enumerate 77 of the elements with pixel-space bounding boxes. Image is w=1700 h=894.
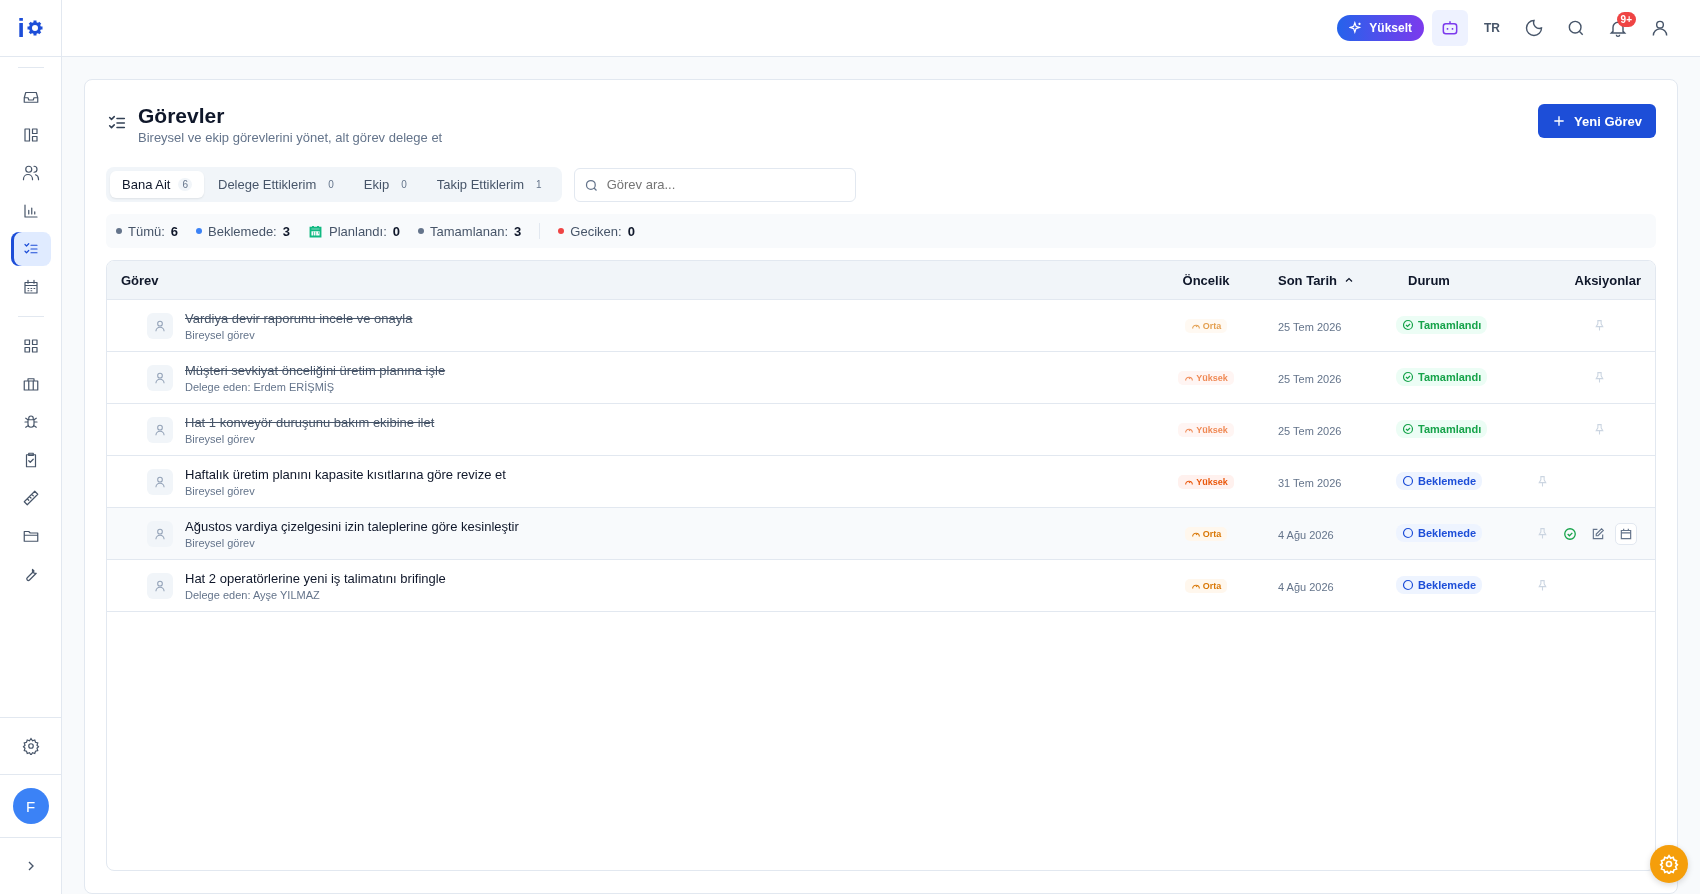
tasks-nav-icon[interactable] [10, 232, 51, 266]
stat-label: Geciken: [570, 223, 622, 239]
page-title: Görevler [138, 104, 226, 128]
task-subtitle: Bireysel görev [185, 536, 256, 549]
priority-badge: Orta [1184, 318, 1228, 333]
status-badge: Beklemede [1396, 576, 1483, 594]
plus-icon [1552, 114, 1567, 128]
column-header: Görev [120, 272, 160, 288]
person-avatar-icon [147, 468, 173, 495]
task-subtitle: Delege eden: Erdem ERİŞMİŞ [185, 380, 336, 393]
notification-badge: 9+ [1616, 12, 1636, 27]
column-header: Öncelik [1182, 272, 1230, 288]
person-avatar-icon [147, 520, 173, 547]
task-title: Müşteri sevkiyat önceliğini üretim planına işle [185, 362, 446, 378]
stat-value: 0 [392, 223, 401, 239]
task-title: Hat 2 operatörlerine yeni iş talimatını brifingle [185, 570, 446, 586]
column-header: Durum [1407, 272, 1451, 288]
stat-label: Beklemede: [208, 223, 277, 239]
priority-badge: Yüksek [1178, 422, 1234, 437]
task-title: Vardiya devir raporunu incele ve onayla [185, 310, 413, 326]
stat-value: 3 [514, 223, 522, 239]
search-icon [583, 177, 599, 193]
priority-badge: Orta [1184, 578, 1228, 593]
column-header: Aksiyonlar [1574, 272, 1642, 288]
task-row[interactable]: Hat 1 konveyör duruşunu bakım ekibine ilet Bireysel görev Yüksek 25 Tem 2026 Tamamlandı [107, 404, 1655, 456]
robot-icon[interactable] [1432, 10, 1468, 46]
filter-tab[interactable]: Bana Ait 6 [110, 171, 204, 198]
stat-label: Tümü: [128, 223, 165, 239]
filter-tab[interactable]: Delege Ettiklerim 0 [206, 171, 350, 198]
search-field[interactable]: Görev ara... [573, 167, 856, 202]
status-badge: Tamamlandı [1396, 420, 1488, 438]
user-avatar[interactable]: F [12, 788, 49, 824]
task-subtitle: Bireysel görev [185, 484, 256, 497]
language-button[interactable]: TR [1474, 10, 1510, 46]
task-subtitle: Bireysel görev [185, 432, 256, 445]
task-row[interactable]: Hat 2 operatörlerine yeni iş talimatını brifingle Delege eden: Ayşe YILMAZ Orta 4 Ağu 2026 Beklemede [107, 560, 1655, 612]
task-title: Hat 1 konveyör duruşunu bakım ekibine ilet [185, 414, 435, 430]
task-row[interactable]: Vardiya devir raporunu incele ve onayla Bireysel görev Orta 25 Tem 2026 Tamamlandı [107, 300, 1655, 352]
filter-tab[interactable]: Takip Ettiklerim 1 [424, 171, 558, 198]
filter-tab[interactable]: Ekip 0 [351, 171, 423, 198]
logo-text: i [17, 12, 25, 44]
due-date: 25 Tem 2026 [1277, 424, 1342, 437]
sortable-column-header[interactable]: Son Tarih [1256, 272, 1382, 288]
stat-label: Planlandı: [328, 223, 387, 239]
task-subtitle: Delege eden: Ayşe YILMAZ [185, 588, 321, 601]
task-title: Haftalık üretim planını kapasite kısıtlarına göre revize et [185, 466, 506, 482]
status-badge: Beklemede [1396, 524, 1483, 542]
person-avatar-icon [147, 572, 173, 599]
gear-logo-icon [25, 19, 44, 37]
status-badge: Tamamlandı [1396, 316, 1488, 334]
person-avatar-icon [147, 416, 173, 443]
stat-value: 0 [627, 223, 635, 239]
priority-badge: Yüksek [1178, 474, 1234, 489]
due-date: 31 Tem 2026 [1277, 476, 1342, 489]
task-subtitle: Bireysel görev [185, 328, 256, 341]
stat-label: Tamamlanan: [430, 223, 509, 239]
upgrade-button[interactable]: Yükselt [1337, 15, 1424, 41]
calendar-icon[interactable] [1615, 522, 1637, 545]
due-date: 25 Tem 2026 [1277, 372, 1342, 385]
stat-value: 6 [170, 223, 179, 239]
person-avatar-icon [147, 364, 173, 391]
stat-value: 3 [282, 223, 290, 239]
priority-badge: Yüksek [1178, 370, 1234, 385]
new-task-button[interactable]: Yeni Görev [1538, 104, 1656, 138]
priority-badge: Orta [1184, 526, 1228, 541]
status-badge: Tamamlandı [1396, 368, 1488, 386]
task-title: Ağustos vardiya çizelgesini izin taleplerine göre kesinleştir [185, 518, 519, 534]
due-date: 4 Ağu 2026 [1277, 528, 1334, 541]
due-date: 25 Tem 2026 [1277, 320, 1342, 333]
status-badge: Beklemede [1396, 472, 1483, 490]
page-subtitle: Bireysel ve ekip görevlerini yönet, alt görev delege et [138, 130, 444, 145]
sparkle-icon [1349, 21, 1364, 35]
task-row[interactable]: Müşteri sevkiyat önceliğini üretim planına işle Delege eden: Erdem ERİŞMİŞ Yüksek 25 Tem 2026 Tamamlandı [107, 352, 1655, 404]
task-row[interactable]: Ağustos vardiya çizelgesini izin taleplerine göre kesinleştir Bireysel görev Orta 4 Ağu 2026 Beklemede [107, 508, 1655, 560]
person-avatar-icon [147, 312, 173, 339]
due-date: 4 Ağu 2026 [1277, 580, 1334, 593]
notifications-button[interactable]: 9+ [1600, 10, 1636, 46]
